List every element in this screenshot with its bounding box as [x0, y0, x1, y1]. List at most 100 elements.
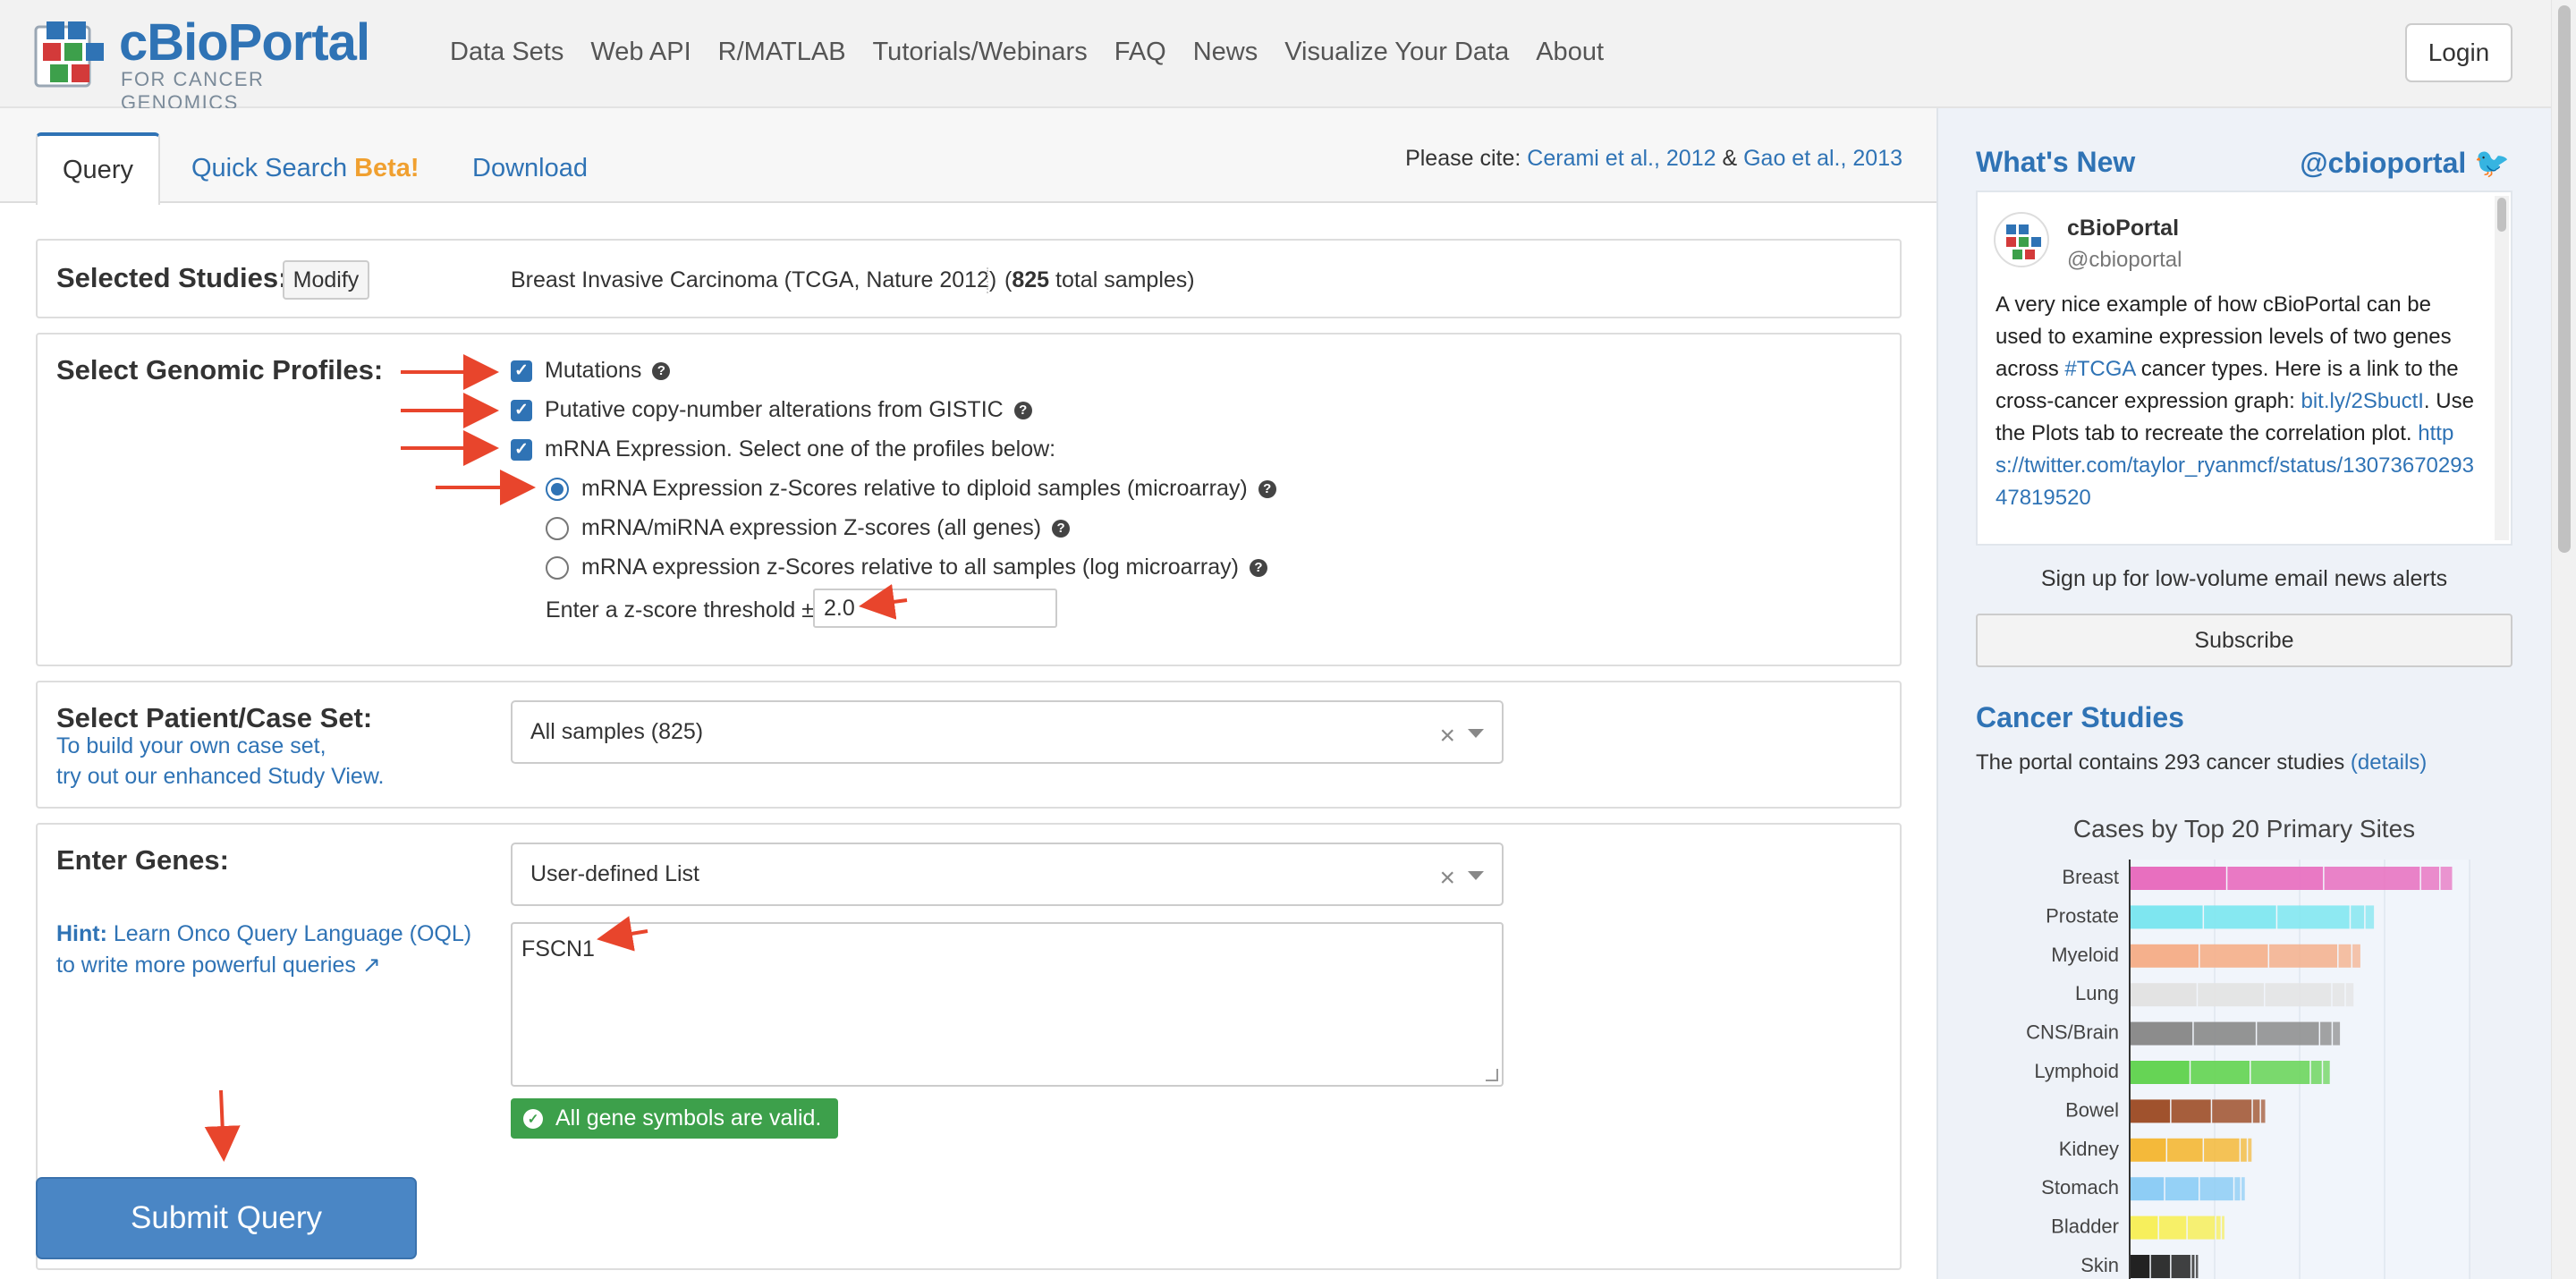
mutations-option[interactable]: ✓ Mutations ? [511, 358, 671, 384]
chevron-down-icon[interactable] [1468, 729, 1484, 738]
chart-bar-segment [2338, 944, 2351, 968]
mrna-checkbox[interactable]: ✓ [511, 438, 532, 461]
chart-bar[interactable] [2131, 1138, 2252, 1162]
help-icon[interactable]: ? [1249, 558, 1267, 577]
help-icon[interactable]: ? [1258, 479, 1276, 498]
tweet-text: A very nice example of how cBioPortal ca… [1996, 289, 2479, 514]
cancer-studies-text: The portal contains 293 cancer studies (… [1976, 750, 2427, 775]
study-view-link[interactable]: try out our enhanced Study View. [56, 764, 384, 790]
chart-bar-segment [2265, 983, 2332, 1007]
oql-hint-line2: to write more powerful queries [56, 953, 356, 978]
oql-hint-line2-link[interactable]: to write more powerful queries ↗ [56, 952, 381, 978]
tweet-author-name[interactable]: cBioPortal [2067, 216, 2179, 241]
modify-button[interactable]: Modify [283, 260, 369, 300]
chart-bar-segment [2333, 1021, 2341, 1046]
chart-bar-segment [2257, 1021, 2319, 1046]
short-link[interactable]: bit.ly/2SbuctI [2301, 389, 2424, 413]
check-circle-icon: ✓ [523, 1108, 543, 1129]
tweet-scrollbar[interactable] [2495, 196, 2509, 540]
login-button[interactable]: Login [2405, 23, 2512, 82]
scroll-thumb[interactable] [2497, 198, 2506, 232]
tab-quick-search-label: Quick Search [191, 154, 348, 182]
chart-bar-segment [2187, 1215, 2216, 1240]
twitter-bird-icon: 🐦 [2474, 147, 2510, 179]
mrna-radio[interactable] [546, 477, 569, 501]
chart-bar[interactable] [2131, 1061, 2330, 1084]
nav-data-sets[interactable]: Data Sets [450, 38, 564, 67]
gene-list-select[interactable]: User-defined List × [511, 843, 1504, 906]
oql-hint[interactable]: Hint: Learn Onco Query Language (OQL) [56, 921, 471, 947]
nav-faq[interactable]: FAQ [1114, 38, 1166, 67]
chart-bar-segment [2440, 867, 2453, 890]
chart-bar-segment [2150, 1255, 2171, 1278]
chart-bar[interactable] [2131, 1177, 2245, 1201]
nav-tutorials-webinars[interactable]: Tutorials/Webinars [873, 38, 1088, 67]
resize-handle[interactable] [1486, 1069, 1498, 1081]
help-icon[interactable]: ? [1052, 519, 1071, 538]
gene-input[interactable]: FSCN1 [511, 922, 1504, 1087]
brand-name: cBioPortal [119, 13, 370, 72]
case-set-select[interactable]: All samples (825) × [511, 700, 1504, 764]
page-scrollbar[interactable] [2551, 0, 2576, 1279]
cna-label: Putative copy-number alterations from GI… [545, 397, 1004, 422]
chart-bar[interactable] [2131, 1099, 2266, 1123]
scroll-thumb[interactable] [2558, 5, 2571, 553]
help-icon[interactable]: ? [1013, 401, 1032, 419]
mrna-radio[interactable] [546, 516, 569, 540]
cite-link-gao[interactable]: Gao et al., 2013 [1743, 146, 1902, 171]
subscribe-button[interactable]: Subscribe [1976, 614, 2512, 667]
chart-bar-segment [2191, 1255, 2195, 1278]
submit-query-button[interactable]: Submit Query [36, 1177, 417, 1259]
chart-bar[interactable] [2131, 1255, 2199, 1278]
mrna-option[interactable]: ✓ mRNA Expression. Select one of the pro… [511, 436, 1055, 462]
clear-icon[interactable]: × [1439, 721, 1455, 751]
chart-bar[interactable] [2131, 867, 2453, 890]
chart-bar[interactable] [2131, 983, 2354, 1007]
cna-checkbox[interactable]: ✓ [511, 399, 532, 421]
avatar[interactable] [1994, 212, 2049, 267]
chart-bar-segment [2171, 1255, 2190, 1278]
case-set-selected-value: All samples (825) [530, 719, 704, 744]
tab-download[interactable]: Download [472, 132, 597, 205]
mrna-radio[interactable] [546, 555, 569, 580]
tab-query[interactable]: Query [36, 132, 160, 205]
mrna-radio-label: mRNA/miRNA expression Z-scores (all gene… [581, 515, 1042, 540]
cna-option[interactable]: ✓ Putative copy-number alterations from … [511, 397, 1032, 423]
chart-bar-segment [2332, 983, 2345, 1007]
chart-bar-segment [2260, 1099, 2266, 1123]
chevron-down-icon[interactable] [1468, 871, 1484, 880]
details-link[interactable]: (details) [2351, 750, 2427, 775]
chart-bar-segment [2310, 1061, 2322, 1084]
clear-icon[interactable]: × [1439, 863, 1455, 894]
nav-web-api[interactable]: Web API [590, 38, 691, 67]
hashtag-link[interactable]: #TCGA [2064, 357, 2135, 381]
tab-quick-search[interactable]: Quick Search Beta! [191, 132, 424, 205]
tweet-author-handle[interactable]: @cbioportal [2067, 248, 2182, 273]
mrna-radio-option[interactable]: mRNA expression z-Scores relative to all… [546, 555, 1267, 580]
chart-bar[interactable] [2131, 905, 2375, 929]
build-case-set-link[interactable]: To build your own case set, [56, 733, 326, 759]
sample-count-value: 825 [1012, 267, 1050, 292]
zscore-threshold-input[interactable]: 2.0 [813, 589, 1057, 628]
mrna-radio-option[interactable]: mRNA/miRNA expression Z-scores (all gene… [546, 515, 1071, 541]
tweet-feed[interactable]: cBioPortal @cbioportal A very nice examp… [1976, 191, 2512, 546]
chart-bar[interactable] [2131, 1021, 2341, 1046]
cite-link-cerami[interactable]: Cerami et al., 2012 [1527, 146, 1716, 171]
nav-news[interactable]: News [1193, 38, 1258, 67]
chart-bar-segment [2320, 1021, 2332, 1046]
mrna-radio-option[interactable]: mRNA Expression z-Scores relative to dip… [546, 476, 1276, 502]
zscore-label: Enter a z-score threshold ± [546, 597, 814, 623]
chart-bar-segment [2365, 905, 2375, 929]
mutations-checkbox[interactable]: ✓ [511, 360, 532, 382]
nav-visualize-your-data[interactable]: Visualize Your Data [1284, 38, 1509, 67]
twitter-handle-link[interactable]: @cbioportal 🐦 [2300, 146, 2510, 180]
nav-about[interactable]: About [1536, 38, 1604, 67]
mrna-radio-label: mRNA expression z-Scores relative to all… [581, 555, 1239, 580]
help-icon[interactable]: ? [652, 361, 671, 380]
chart-bar[interactable] [2131, 944, 2360, 968]
chart-category-label: CNS/Brain [2026, 1021, 2119, 1044]
cbioportal-logo[interactable]: cBioPortal FOR CANCER GENOMICS [34, 13, 370, 114]
nav-r-matlab[interactable]: R/MATLAB [718, 38, 846, 67]
right-sidebar: What's New @cbioportal 🐦 cBioPortal @cbi… [1936, 108, 2551, 1279]
chart-bar[interactable] [2131, 1215, 2224, 1240]
